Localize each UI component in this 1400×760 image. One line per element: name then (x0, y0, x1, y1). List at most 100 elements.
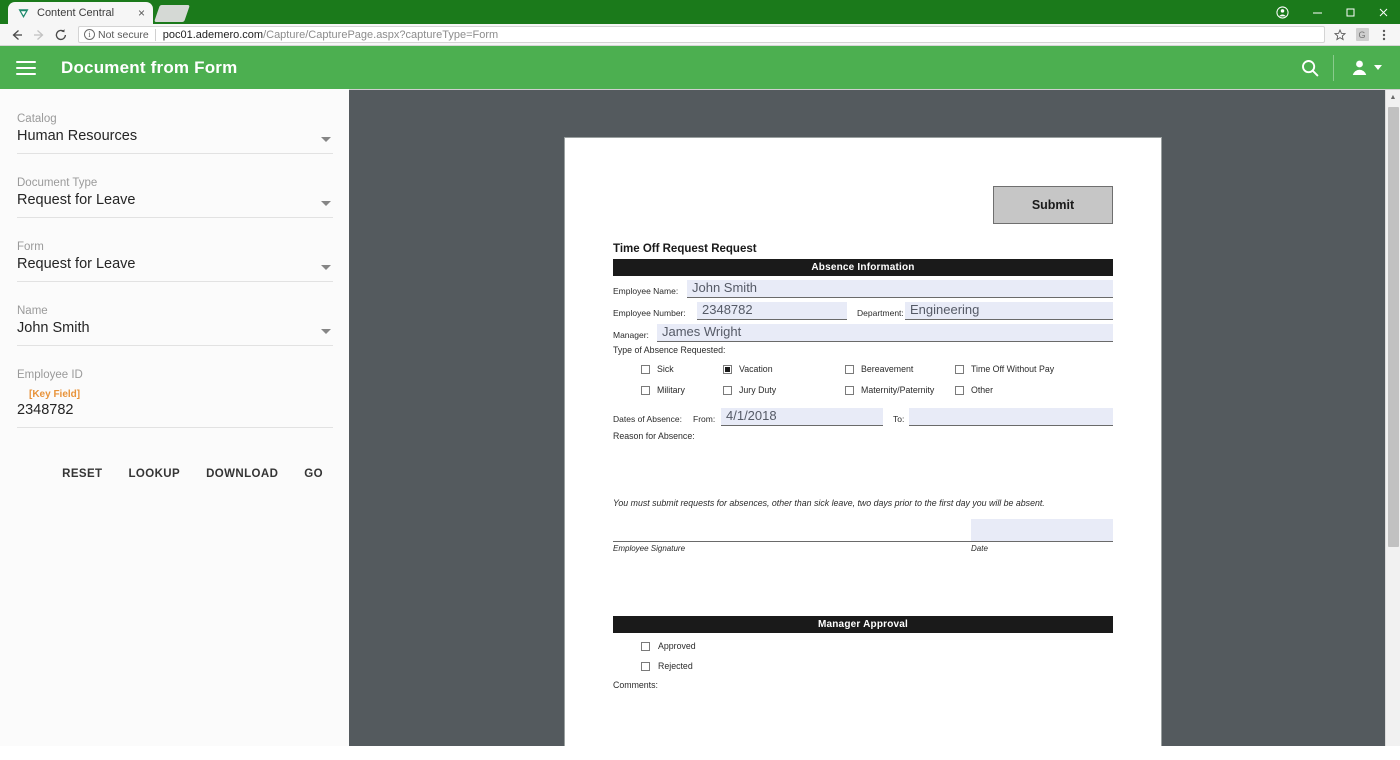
key-field-badge: [Key Field] (29, 389, 80, 400)
field-catalog-value: Human Resources (17, 128, 333, 148)
browser-menu-icon[interactable] (1374, 26, 1394, 44)
checkbox-bereavement-label: Bereavement (861, 364, 913, 374)
checkbox-rejected[interactable]: Rejected (641, 661, 693, 671)
checkbox-time-off-without-pay[interactable]: Time Off Without Pay (955, 364, 1054, 374)
field-form[interactable]: Form Request for Leave (17, 241, 333, 282)
app-header-right (1287, 46, 1400, 89)
chevron-down-icon[interactable] (321, 329, 331, 334)
field-catalog[interactable]: Catalog Human Resources (17, 113, 333, 154)
checkbox-time-off-without-pay-label: Time Off Without Pay (971, 364, 1054, 374)
lookup-button[interactable]: LOOKUP (128, 468, 180, 480)
field-form-value: Request for Leave (17, 256, 333, 276)
browser-tab[interactable]: Content Central × (8, 2, 153, 24)
checkbox-icon[interactable] (641, 386, 650, 395)
scroll-up-arrow-icon[interactable]: ▲ (1386, 90, 1400, 105)
hamburger-menu-icon[interactable] (14, 56, 38, 80)
bookmark-star-icon[interactable] (1330, 26, 1350, 44)
signature-captions: Employee Signature Date (613, 544, 1113, 553)
department-input[interactable]: Engineering (905, 302, 1113, 320)
checkbox-bereavement[interactable]: Bereavement (845, 364, 955, 374)
address-bar[interactable]: i Not secure poc01.ademero.com/Capture/C… (78, 26, 1325, 43)
url-path: /Capture/CapturePage.aspx?captureType=Fo… (263, 29, 498, 41)
chevron-down-icon (1374, 65, 1382, 70)
search-icon[interactable] (1287, 46, 1333, 89)
field-employee-id[interactable]: Employee ID[Key Field] 2348782 (17, 369, 333, 428)
to-date-input[interactable] (909, 408, 1113, 426)
checkbox-icon[interactable] (955, 365, 964, 374)
browser-toolbar: i Not secure poc01.ademero.com/Capture/C… (0, 24, 1400, 46)
user-menu-button[interactable] (1334, 46, 1400, 89)
extension-badge-icon[interactable]: G (1352, 26, 1372, 44)
manager-label: Manager: (613, 330, 657, 342)
checkbox-approved-label: Approved (658, 641, 696, 651)
url-text: poc01.ademero.com/Capture/CapturePage.as… (163, 29, 498, 41)
signature-line-row (613, 518, 1113, 542)
field-document-type[interactable]: Document Type Request for Leave (17, 177, 333, 218)
reload-button[interactable] (50, 25, 72, 45)
chevron-down-icon[interactable] (321, 201, 331, 206)
checkbox-jury-duty[interactable]: Jury Duty (723, 385, 845, 395)
checkbox-other[interactable]: Other (955, 385, 993, 395)
back-button[interactable] (6, 25, 28, 45)
employee-name-input[interactable]: John Smith (687, 280, 1113, 298)
checkbox-military[interactable]: Military (613, 385, 723, 395)
checkbox-icon[interactable] (641, 662, 650, 671)
tab-title: Content Central (37, 7, 136, 19)
field-name-value: John Smith (17, 320, 333, 340)
checkbox-jury-duty-label: Jury Duty (739, 385, 776, 395)
checkbox-icon[interactable] (641, 365, 650, 374)
window-minimize-button[interactable] (1301, 0, 1334, 24)
checkbox-rejected-label: Rejected (658, 661, 693, 671)
absence-type-row-2: Military Jury Duty Maternity/Paternity O… (613, 385, 1113, 395)
scrollbar-thumb[interactable] (1388, 107, 1399, 547)
row-employee-name: Employee Name: John Smith (613, 277, 1113, 298)
tab-close-icon[interactable]: × (136, 7, 147, 19)
go-button[interactable]: GO (304, 468, 323, 480)
window-maximize-button[interactable] (1334, 0, 1367, 24)
checkbox-icon[interactable] (723, 365, 732, 374)
field-employee-id-value: 2348782 (17, 402, 333, 422)
window-close-button[interactable] (1367, 0, 1400, 24)
submit-button[interactable]: Submit (993, 186, 1113, 224)
employee-number-input[interactable]: 2348782 (697, 302, 847, 320)
reason-for-absence-label: Reason for Absence: (613, 431, 695, 441)
manager-approval-header: Manager Approval (613, 616, 1113, 633)
checkbox-vacation[interactable]: Vacation (723, 364, 845, 374)
app-header: Document from Form (0, 46, 1400, 89)
new-tab-button[interactable] (154, 5, 190, 22)
browser-profile-icon[interactable] (1263, 0, 1301, 24)
window-controls (1263, 0, 1400, 24)
toolbar-right-icons: G (1330, 26, 1394, 44)
comments-label: Comments: (613, 680, 658, 690)
field-document-type-label: Document Type (17, 177, 333, 189)
checkbox-icon[interactable] (845, 386, 854, 395)
download-button[interactable]: DOWNLOAD (206, 468, 278, 480)
user-avatar-icon (1351, 59, 1368, 76)
checkbox-icon[interactable] (955, 386, 964, 395)
checkbox-icon[interactable] (641, 642, 650, 651)
checkbox-maternity-paternity[interactable]: Maternity/Paternity (845, 385, 955, 395)
field-name[interactable]: Name John Smith (17, 305, 333, 346)
checkbox-approved[interactable]: Approved (641, 641, 696, 651)
document-page-content: Submit Time Off Request Request Absence … (565, 138, 1161, 746)
to-label: To: (883, 414, 909, 426)
signature-area: Employee Signature Date (613, 518, 1113, 553)
from-date-input[interactable]: 4/1/2018 (721, 408, 883, 426)
checkbox-sick[interactable]: Sick (613, 364, 723, 374)
checkbox-military-label: Military (657, 385, 685, 395)
field-form-label: Form (17, 241, 333, 253)
document-viewer: Submit Time Off Request Request Absence … (349, 89, 1400, 746)
chevron-down-icon[interactable] (321, 137, 331, 142)
checkbox-icon[interactable] (845, 365, 854, 374)
page-title: Document from Form (61, 58, 237, 78)
checkbox-sick-label: Sick (657, 364, 674, 374)
content-central-logo-icon (17, 7, 30, 20)
checkbox-icon[interactable] (723, 386, 732, 395)
signature-date-input[interactable] (971, 519, 1113, 541)
viewer-scrollbar[interactable]: ▲ (1385, 90, 1400, 746)
reset-button[interactable]: RESET (62, 468, 102, 480)
browser-chrome: Content Central × (0, 0, 1400, 46)
employee-signature-caption: Employee Signature (613, 544, 685, 553)
manager-input[interactable]: James Wright (657, 324, 1113, 342)
chevron-down-icon[interactable] (321, 265, 331, 270)
